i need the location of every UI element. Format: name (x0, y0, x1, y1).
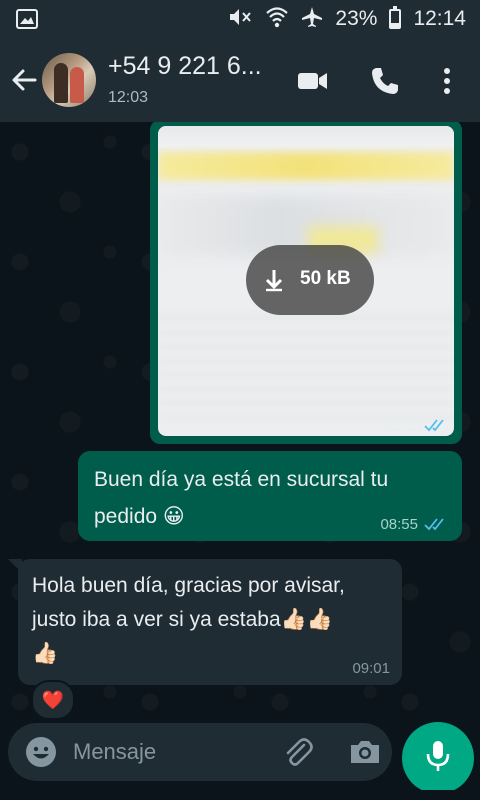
download-button[interactable]: 50 kB (246, 245, 374, 315)
emoji-icon[interactable] (24, 735, 58, 769)
grinning-emoji: 😀 (162, 505, 185, 528)
mic-icon (423, 739, 453, 778)
message-line-1: Buen día ya está en sucursal tu (94, 468, 389, 491)
thumbs-up-emoji: 👍🏻 (32, 642, 59, 665)
status-bar: 23% 12:14 (0, 0, 480, 38)
message-time: 08:55 (384, 417, 422, 434)
thumbs-up-emoji: 👍🏻 (280, 608, 307, 631)
battery-percent: 23% (335, 7, 378, 30)
clock: 12:14 (413, 7, 466, 30)
message-line-1: Hola buen día, gracias por avisar, (32, 574, 345, 597)
camera-icon[interactable] (348, 735, 382, 769)
double-check-icon (424, 418, 448, 432)
airplane-icon (301, 6, 323, 33)
image-message[interactable]: 50 kB 08:55 (150, 122, 462, 444)
chat-area[interactable]: 50 kB 08:55 Buen día ya está en sucursal… (0, 122, 480, 720)
mute-icon (227, 6, 253, 33)
message-composer (8, 723, 392, 781)
outgoing-message[interactable]: Buen día ya está en sucursal tu pedido 😀… (78, 451, 462, 541)
gallery-icon (16, 9, 38, 34)
message-text: Hola buen día, gracias por avisar, justo… (32, 569, 392, 671)
message-line-2: pedido (94, 505, 158, 528)
image-thumbnail[interactable]: 50 kB (158, 126, 454, 436)
message-time: 09:01 (352, 660, 390, 677)
message-input[interactable] (73, 737, 253, 767)
video-call-icon[interactable] (296, 64, 330, 98)
phone-icon[interactable] (368, 64, 402, 98)
file-size: 50 kB (300, 268, 351, 289)
download-icon (262, 268, 286, 297)
last-seen: 12:03 (108, 89, 149, 106)
chat-header: +54 9 221 6... 12:03 (0, 38, 480, 122)
attach-icon[interactable] (280, 735, 314, 769)
mic-button[interactable] (402, 722, 474, 794)
reaction-badge[interactable]: ❤️ (31, 680, 75, 720)
bottom-strip (0, 790, 480, 800)
back-arrow-icon[interactable] (8, 64, 40, 96)
heart-emoji: ❤️ (41, 689, 65, 710)
contact-name[interactable]: +54 9 221 6... (108, 52, 262, 81)
double-check-icon (424, 517, 448, 531)
wifi-icon (265, 6, 289, 33)
message-time: 08:55 (380, 516, 418, 533)
avatar[interactable] (42, 53, 96, 107)
thumbs-up-emoji: 👍🏻 (306, 608, 333, 631)
more-vert-icon[interactable] (430, 64, 464, 98)
battery-icon (389, 6, 402, 29)
incoming-message[interactable]: Hola buen día, gracias por avisar, justo… (18, 559, 402, 685)
message-line-2: justo iba a ver si ya estaba (32, 608, 281, 631)
